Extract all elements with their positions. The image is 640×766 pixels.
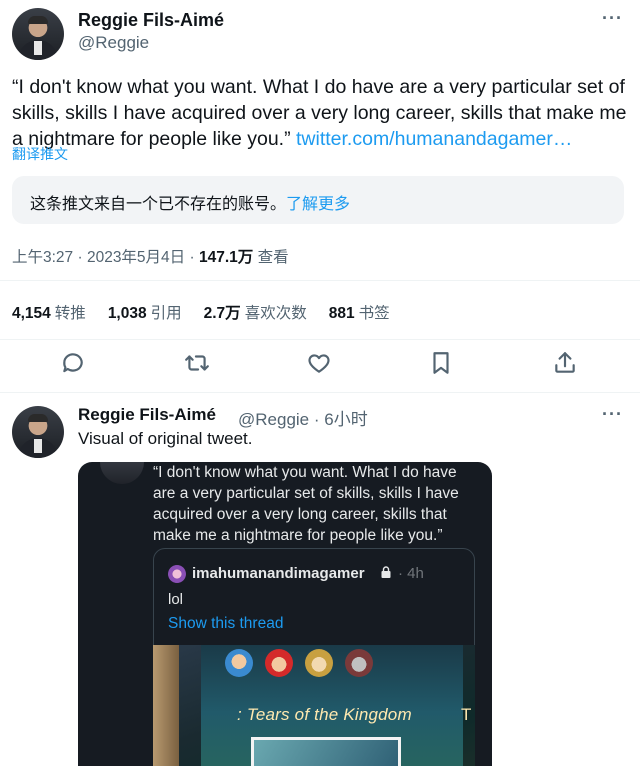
avatar-hair	[28, 16, 48, 24]
translate-link[interactable]: 翻译推文	[12, 144, 68, 164]
reply-time[interactable]: 6小时	[324, 410, 367, 429]
tweet-date[interactable]: 2023年5月4日	[87, 249, 185, 266]
photo-title-2: T	[461, 705, 472, 724]
divider	[0, 392, 640, 393]
quotes-stat[interactable]: 1,038 引用	[108, 301, 182, 323]
avatar-shirt	[34, 41, 42, 55]
photo-game-art	[251, 737, 401, 766]
reply-author-handle[interactable]: @Reggie	[238, 410, 309, 429]
tweet-meta: 上午3:27 · 2023年5月4日 · 147.1万 查看	[12, 249, 289, 266]
quoted-time: · 4h	[398, 565, 424, 582]
reply-author-avatar[interactable]	[12, 406, 64, 458]
character-icon	[265, 649, 293, 677]
bookmarks-stat[interactable]: 881 书签	[329, 301, 390, 323]
notice-text: 这条推文来自一个已不存在的账号。	[30, 196, 287, 213]
divider	[0, 280, 640, 281]
author-name[interactable]: Reggie Fils-Aimé	[78, 10, 224, 31]
quoted-author-name: imahumanandimagamer	[192, 565, 365, 582]
screenshot-avatar	[100, 462, 144, 484]
retweet-icon[interactable]	[184, 350, 210, 376]
retweets-stat[interactable]: 4,154 转推	[12, 301, 86, 323]
tweet-time[interactable]: 上午3:27	[12, 249, 73, 266]
engagement-stats: 4,154 转推 1,038 引用 2.7万 喜欢次数 881 书签	[12, 301, 390, 323]
avatar-shirt	[34, 439, 42, 453]
quoted-avatar	[168, 565, 186, 583]
views-count: 147.1万	[198, 249, 254, 266]
bookmark-icon[interactable]	[428, 350, 454, 376]
character-icon	[305, 649, 333, 677]
views-label: 查看	[257, 249, 289, 266]
quoted-tweet: imahumanandimagamer · 4h lol Show this t…	[153, 548, 475, 766]
unavailable-notice: 这条推文来自一个已不存在的账号。了解更多	[12, 176, 624, 224]
learn-more-link[interactable]: 了解更多	[286, 196, 350, 213]
lock-icon	[381, 566, 391, 578]
more-options-icon[interactable]: ···	[602, 8, 623, 29]
reply-author-name[interactable]: Reggie Fils-Aimé	[78, 405, 216, 425]
tweet-text: “I don't know what you want. What I do h…	[12, 74, 632, 152]
show-thread-link: Show this thread	[168, 615, 284, 632]
quoted-body: lol	[168, 591, 184, 608]
character-icon	[345, 649, 373, 677]
reply-more-options-icon[interactable]: ···	[602, 404, 623, 425]
reply-icon[interactable]	[60, 350, 86, 376]
avatar-hair	[28, 414, 48, 422]
character-icon	[225, 649, 253, 677]
photo-stand	[153, 645, 179, 766]
author-avatar[interactable]	[12, 8, 64, 60]
author-handle[interactable]: @Reggie	[78, 33, 149, 53]
likes-stat[interactable]: 2.7万 喜欢次数	[204, 301, 307, 323]
like-icon[interactable]	[306, 350, 332, 376]
quoted-photo: : Tears of the Kingdom T	[153, 645, 475, 766]
screenshot-tweet-text: “I don't know what you want. What I do h…	[153, 464, 459, 544]
tweet-link[interactable]: twitter.com/humanandagamer…	[296, 128, 572, 150]
photo-title: : Tears of the Kingdom	[237, 705, 412, 724]
share-icon[interactable]	[552, 350, 578, 376]
action-bar	[0, 350, 640, 382]
reply-text: Visual of original tweet.	[78, 429, 253, 448]
divider	[0, 339, 640, 340]
reply-media-image[interactable]: “I don't know what you want. What I do h…	[78, 462, 492, 766]
reply-meta: @Reggie · 6小时	[238, 410, 368, 429]
